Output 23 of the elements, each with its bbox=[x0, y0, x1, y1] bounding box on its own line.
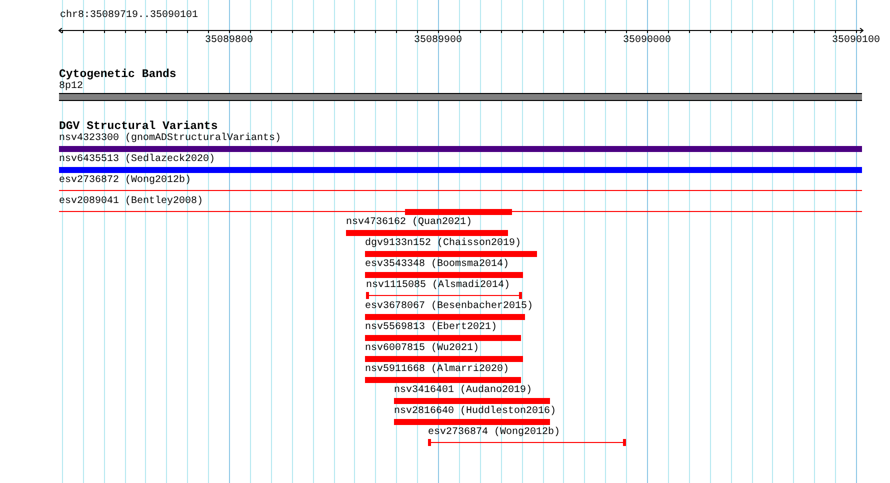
feature-label: nsv3416401 (Audano2019) bbox=[394, 385, 532, 397]
tick-label: 35089800 bbox=[205, 35, 253, 47]
tick-label: 35089900 bbox=[414, 35, 462, 47]
feature-label: nsv4736162 (Quan2021) bbox=[346, 217, 472, 229]
feature-label: esv2736874 (Wong2012b) bbox=[428, 427, 560, 439]
feature-label: nsv6435513 (Sedlazeck2020) bbox=[59, 154, 216, 166]
band-label: 8p12 bbox=[59, 81, 84, 93]
feature-label: nsv5911668 (Almarri2020) bbox=[365, 364, 510, 376]
feature-label: nsv5569813 (Ebert2021) bbox=[365, 322, 498, 334]
location-label: chr8:35089719..35090101 bbox=[60, 10, 198, 22]
feature-label: nsv1115085 (Alsmadi2014) bbox=[366, 280, 510, 292]
feature-label: esv3543348 (Boomsma2014) bbox=[365, 259, 510, 271]
tick-label: 35090000 bbox=[623, 35, 671, 47]
track-title: DGV Structural Variants bbox=[59, 121, 218, 133]
feature-label: esv3678067 (Besenbacher2015) bbox=[365, 301, 534, 313]
feature-label: nsv4323300 (gnomADStructuralVariants) bbox=[59, 133, 282, 145]
feature-label: esv2089041 (Bentley2008) bbox=[59, 196, 204, 208]
feature-label: esv2736872 (Wong2012b) bbox=[59, 175, 192, 187]
feature-label: nsv2816640 (Huddleston2016) bbox=[394, 406, 556, 418]
tick-label: 35090100 bbox=[832, 35, 880, 47]
track-title: Cytogenetic Bands bbox=[59, 68, 176, 81]
feature-label: dgv9133n152 (Chaisson2019) bbox=[365, 238, 522, 250]
feature-label: nsv6007815 (Wu2021) bbox=[365, 343, 480, 355]
